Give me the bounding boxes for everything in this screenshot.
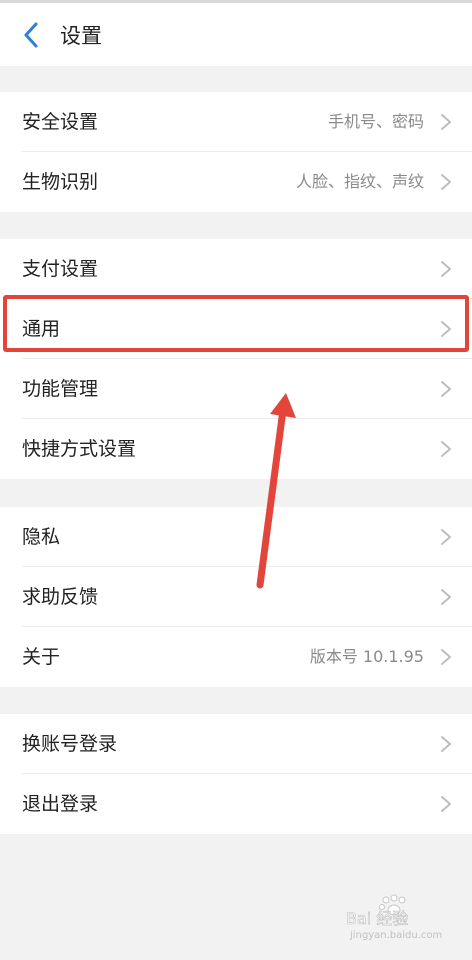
settings-item-label: 支付设置: [22, 258, 99, 280]
settings-item-privacy[interactable]: 隐私: [0, 507, 472, 567]
chevron-right-icon: [441, 114, 451, 130]
settings-group-account: 换账号登录 退出登录: [0, 714, 472, 834]
chevron-right-icon: [441, 381, 451, 397]
chevron-right-icon: [441, 589, 451, 605]
chevron-right-icon: [441, 261, 451, 277]
settings-item-label: 隐私: [22, 526, 61, 548]
watermark-brand: Bai 经验: [346, 909, 408, 928]
settings-item-security[interactable]: 安全设置 手机号、密码: [0, 92, 472, 152]
settings-item-label: 功能管理: [22, 378, 99, 400]
settings-item-value: 版本号 10.1.95: [309, 647, 424, 666]
settings-item-value: 人脸、指纹、声纹: [295, 172, 424, 191]
top-bar: 设置: [0, 0, 472, 66]
settings-group-privacy: 隐私 求助反馈 关于 版本号 10.1.95: [0, 507, 472, 687]
back-chevron-icon: [24, 22, 38, 48]
chevron-right-icon: [441, 649, 451, 665]
settings-item-label: 退出登录: [22, 793, 99, 815]
settings-item-logout[interactable]: 退出登录: [0, 774, 472, 834]
settings-item-switch-account[interactable]: 换账号登录: [0, 714, 472, 774]
chevron-right-icon: [441, 174, 451, 190]
settings-item-label: 安全设置: [22, 111, 99, 133]
chevron-right-icon: [441, 321, 451, 337]
settings-item-label: 快捷方式设置: [22, 438, 137, 460]
baidu-paw-logo-icon: Bai 经验 jingyan.baidu.com: [346, 894, 442, 941]
settings-item-general[interactable]: 通用: [0, 299, 472, 359]
settings-item-label: 求助反馈: [22, 586, 99, 608]
chevron-right-icon: [441, 441, 451, 457]
settings-item-shortcuts[interactable]: 快捷方式设置: [0, 419, 472, 479]
settings-item-label: 通用: [22, 318, 61, 340]
chevron-right-icon: [441, 529, 451, 545]
settings-item-label: 关于: [22, 646, 61, 668]
settings-group-general: 支付设置 通用 功能管理 快捷方式设置: [0, 239, 472, 479]
settings-item-biometrics[interactable]: 生物识别 人脸、指纹、声纹: [0, 152, 472, 212]
back-button[interactable]: [18, 20, 44, 50]
chevron-right-icon: [441, 736, 451, 752]
watermark-url: jingyan.baidu.com: [349, 930, 442, 941]
baidu-jingyan-watermark: Bai 经验 jingyan.baidu.com: [342, 892, 452, 942]
settings-item-about[interactable]: 关于 版本号 10.1.95: [0, 627, 472, 687]
settings-item-label: 换账号登录: [22, 733, 118, 755]
settings-item-label: 生物识别: [22, 171, 99, 193]
chevron-right-icon: [441, 796, 451, 812]
settings-item-value: 手机号、密码: [327, 112, 424, 131]
settings-item-feature-management[interactable]: 功能管理: [0, 359, 472, 419]
settings-item-help-feedback[interactable]: 求助反馈: [0, 567, 472, 627]
page-title: 设置: [60, 24, 102, 48]
settings-item-payment[interactable]: 支付设置: [0, 239, 472, 299]
settings-group-security: 安全设置 手机号、密码 生物识别 人脸、指纹、声纹: [0, 92, 472, 212]
